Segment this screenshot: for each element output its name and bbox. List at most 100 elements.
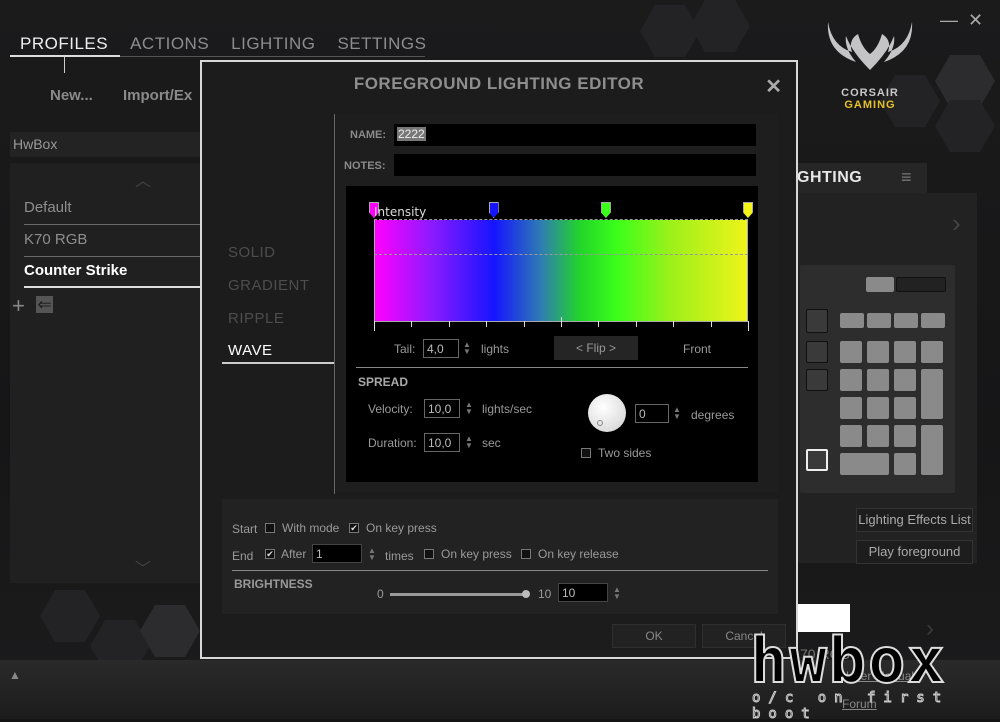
add-profile-icon[interactable]: +: [12, 293, 25, 319]
brightness-max: 10: [538, 587, 552, 601]
profile-search-header[interactable]: HwBox: [10, 132, 200, 157]
profile-list-panel: ︿ Default K70 RGB Counter Strike + ⇐ ﹀: [10, 163, 210, 583]
brightness-input[interactable]: 10: [558, 583, 608, 602]
profile-item[interactable]: K70 RGB: [24, 231, 210, 257]
key[interactable]: [921, 341, 943, 363]
knob-indicator: [597, 420, 603, 426]
key[interactable]: [894, 369, 916, 391]
key[interactable]: [867, 341, 889, 363]
close-window-button[interactable]: ✕: [968, 10, 983, 31]
key-selected[interactable]: [806, 449, 828, 471]
key[interactable]: [921, 313, 945, 328]
key[interactable]: [896, 277, 946, 292]
expand-up-icon[interactable]: ▲: [9, 668, 21, 682]
mode-ripple[interactable]: RIPPLE: [228, 310, 284, 327]
velocity-label: Velocity:: [368, 402, 413, 416]
name-label: NAME:: [350, 129, 387, 141]
key[interactable]: [894, 397, 916, 419]
mode-wave[interactable]: WAVE: [228, 342, 273, 359]
color-stop-marker[interactable]: [488, 202, 499, 218]
mode-gradient[interactable]: GRADIENT: [228, 277, 310, 294]
brightness-slider-thumb[interactable]: [522, 590, 530, 598]
minimize-button[interactable]: —: [940, 10, 958, 31]
scroll-up-icon[interactable]: ︿: [135, 167, 151, 191]
brightness-divider: [232, 570, 768, 571]
key[interactable]: [840, 341, 862, 363]
duration-spinner[interactable]: ▲ ▼: [465, 435, 473, 450]
tail-input[interactable]: 4,0: [423, 339, 459, 358]
key[interactable]: [894, 313, 918, 328]
ok-button[interactable]: OK: [612, 624, 696, 648]
brightness-slider[interactable]: [390, 593, 526, 596]
intensity-mid-line: [374, 254, 748, 255]
two-sides-checkbox[interactable]: [581, 448, 591, 458]
foreground-lighting-editor-dialog: FOREGROUND LIGHTING EDITOR ✕ SOLID GRADI…: [200, 60, 798, 659]
key[interactable]: [840, 369, 862, 391]
duration-input[interactable]: 10,0: [424, 433, 460, 452]
velocity-spinner[interactable]: ▲ ▼: [465, 401, 473, 416]
key[interactable]: [840, 313, 864, 328]
duration-label: Duration:: [368, 436, 417, 450]
key[interactable]: [840, 397, 862, 419]
angle-knob[interactable]: [588, 394, 626, 432]
keyboard-preview[interactable]: [800, 265, 955, 493]
key[interactable]: [894, 425, 916, 447]
menu-icon[interactable]: ≡: [901, 167, 912, 188]
after-times-input[interactable]: 1: [312, 544, 362, 563]
notes-input[interactable]: [394, 154, 756, 176]
key[interactable]: [806, 369, 828, 391]
end-on-key-press-checkbox[interactable]: [424, 549, 434, 559]
key[interactable]: [806, 341, 828, 363]
color-stop-marker[interactable]: [743, 202, 753, 218]
key[interactable]: [921, 425, 943, 475]
import-export-button[interactable]: Import/Ex: [123, 87, 192, 104]
name-value: 2222: [397, 127, 426, 141]
profile-item[interactable]: Default: [24, 199, 210, 225]
tail-unit: lights: [481, 342, 510, 356]
after-checkbox[interactable]: ✔: [265, 549, 275, 559]
next-icon[interactable]: ›: [952, 208, 961, 239]
dialog-close-button[interactable]: ✕: [765, 74, 782, 99]
color-gradient-bar[interactable]: [374, 220, 748, 321]
tail-label: Tail:: [394, 342, 416, 356]
angle-spinner[interactable]: ▲ ▼: [673, 406, 681, 421]
axis-tick: [561, 317, 562, 327]
flip-button[interactable]: < Flip >: [554, 336, 638, 360]
intensity-top-line: [374, 219, 748, 220]
import-profile-icon[interactable]: ⇐: [36, 296, 53, 313]
two-sides-label: Two sides: [598, 446, 652, 460]
brightness-spinner[interactable]: ▲ ▼: [613, 586, 621, 601]
key[interactable]: [867, 369, 889, 391]
lighting-effects-list-button[interactable]: Lighting Effects List: [856, 508, 973, 532]
new-profile-button[interactable]: New...: [50, 87, 93, 104]
tail-spinner[interactable]: ▲ ▼: [463, 341, 471, 356]
key[interactable]: [840, 425, 862, 447]
key[interactable]: [866, 277, 894, 292]
start-on-key-press-checkbox[interactable]: ✔: [349, 523, 359, 533]
with-mode-checkbox[interactable]: [265, 523, 275, 533]
wave-editor-canvas: Intensity Tail: 4,0 ▲ ▼ lights < Flip > F…: [346, 186, 758, 482]
key[interactable]: [867, 397, 889, 419]
color-stop-marker[interactable]: [600, 202, 611, 218]
key[interactable]: [921, 369, 943, 419]
key[interactable]: [867, 313, 891, 328]
key[interactable]: [867, 425, 889, 447]
axis-tick: [448, 321, 450, 327]
key[interactable]: [840, 453, 889, 475]
axis-tick: [523, 321, 525, 327]
name-input[interactable]: 2222: [394, 124, 756, 146]
scroll-down-icon[interactable]: ﹀: [135, 555, 151, 579]
key[interactable]: [894, 453, 916, 475]
on-key-release-checkbox[interactable]: [521, 549, 531, 559]
play-foreground-button[interactable]: Play foreground: [856, 540, 973, 564]
axis-tick: [374, 321, 375, 331]
key[interactable]: [806, 309, 828, 333]
velocity-input[interactable]: 10,0: [424, 399, 460, 418]
after-times-spinner[interactable]: ▲ ▼: [368, 547, 376, 562]
key[interactable]: [894, 341, 916, 363]
nav-connector: [64, 57, 65, 73]
profile-item-selected[interactable]: Counter Strike: [24, 262, 210, 288]
axis-tick: [748, 321, 749, 331]
angle-input[interactable]: 0: [635, 404, 669, 423]
mode-solid[interactable]: SOLID: [228, 244, 276, 261]
